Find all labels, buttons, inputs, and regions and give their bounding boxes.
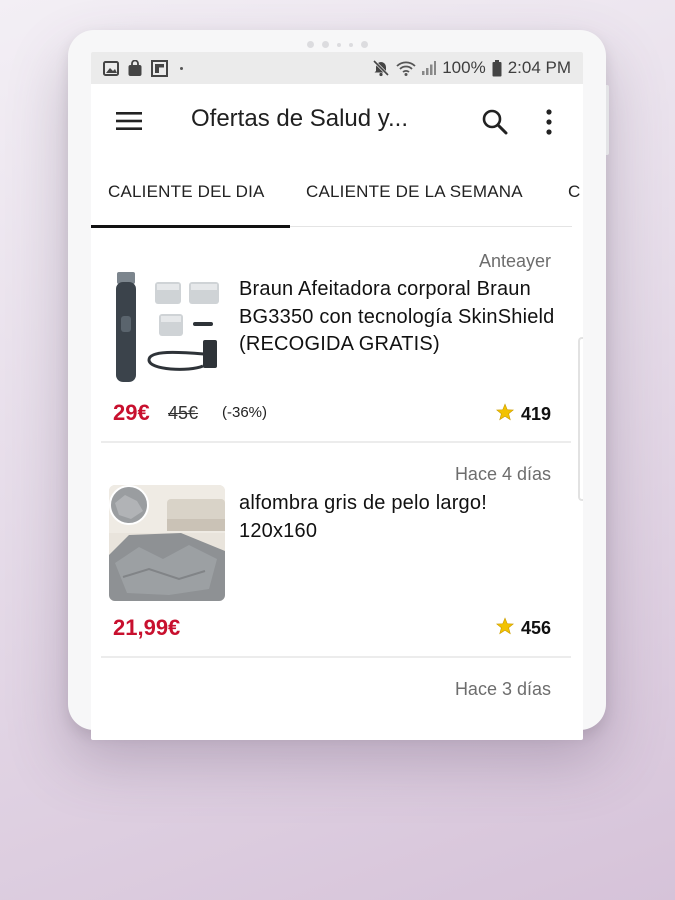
more-notifications-icon bbox=[180, 66, 183, 70]
gallery-notification-icon bbox=[103, 60, 119, 76]
deal-price: 21,99€ bbox=[113, 615, 181, 640]
page-title: Ofertas de Salud y... bbox=[191, 105, 408, 132]
tablet-device: 100% 2:04 PM Ofertas de Salud y... CALIE… bbox=[68, 30, 609, 740]
menu-icon[interactable] bbox=[115, 109, 143, 133]
app-screen: 100% 2:04 PM Ofertas de Salud y... CALIE… bbox=[91, 52, 583, 740]
deal-title: alfombra gris de pelo largo! 120x160 bbox=[239, 492, 487, 542]
deal-price: 29€ bbox=[113, 400, 150, 425]
search-icon[interactable] bbox=[481, 108, 509, 136]
status-bar: 100% 2:04 PM bbox=[91, 52, 583, 84]
scrollbar[interactable] bbox=[578, 337, 583, 501]
battery-percent: 100% bbox=[442, 58, 486, 77]
deal-date: Anteayer bbox=[478, 251, 551, 271]
tab-caliente-de-la-semana[interactable]: CALIENTE DE LA SEMANA bbox=[306, 158, 523, 226]
shopping-bag-notification-icon bbox=[127, 59, 143, 77]
flipboard-notification-icon bbox=[151, 59, 168, 77]
tab-next-truncated[interactable]: C bbox=[568, 158, 580, 226]
deal-card[interactable]: Hace 4 días alfombra gris de pelo largo!… bbox=[91, 443, 583, 658]
wifi-icon bbox=[396, 60, 416, 76]
signal-icon bbox=[422, 60, 437, 76]
star-icon bbox=[495, 617, 515, 640]
mute-icon bbox=[372, 59, 390, 77]
tab-bar: CALIENTE DEL DIA CALIENTE DE LA SEMANA C bbox=[91, 158, 583, 228]
vote-count: 456 bbox=[520, 618, 551, 638]
battery-icon bbox=[492, 59, 502, 77]
deal-card[interactable]: Hace 3 días bbox=[91, 658, 583, 740]
app-bar: Ofertas de Salud y... bbox=[91, 84, 583, 158]
deal-votes: 419 bbox=[495, 403, 551, 426]
star-icon bbox=[495, 403, 515, 426]
device-sensors bbox=[68, 35, 606, 48]
vote-count: 419 bbox=[520, 404, 551, 424]
deal-title: Braun Afeitadora corporal Braun BG3350 c… bbox=[239, 278, 555, 355]
deal-discount: (-36%) bbox=[222, 404, 268, 421]
deal-image-rug bbox=[109, 485, 225, 601]
deal-date: Hace 4 días bbox=[454, 464, 551, 484]
deal-date: Hace 3 días bbox=[454, 679, 551, 699]
more-options-icon[interactable] bbox=[543, 108, 555, 136]
deal-old-price: 45€ bbox=[168, 403, 199, 423]
clock: 2:04 PM bbox=[507, 58, 571, 77]
deal-votes: 456 bbox=[495, 617, 551, 640]
deal-card[interactable]: Anteayer Braun Afeitadora corporal Braun… bbox=[91, 228, 583, 443]
tab-divider bbox=[290, 226, 572, 227]
deal-image-trimmer bbox=[109, 270, 225, 386]
tab-caliente-del-dia[interactable]: CALIENTE DEL DIA bbox=[108, 158, 265, 226]
device-side-button bbox=[606, 85, 609, 155]
